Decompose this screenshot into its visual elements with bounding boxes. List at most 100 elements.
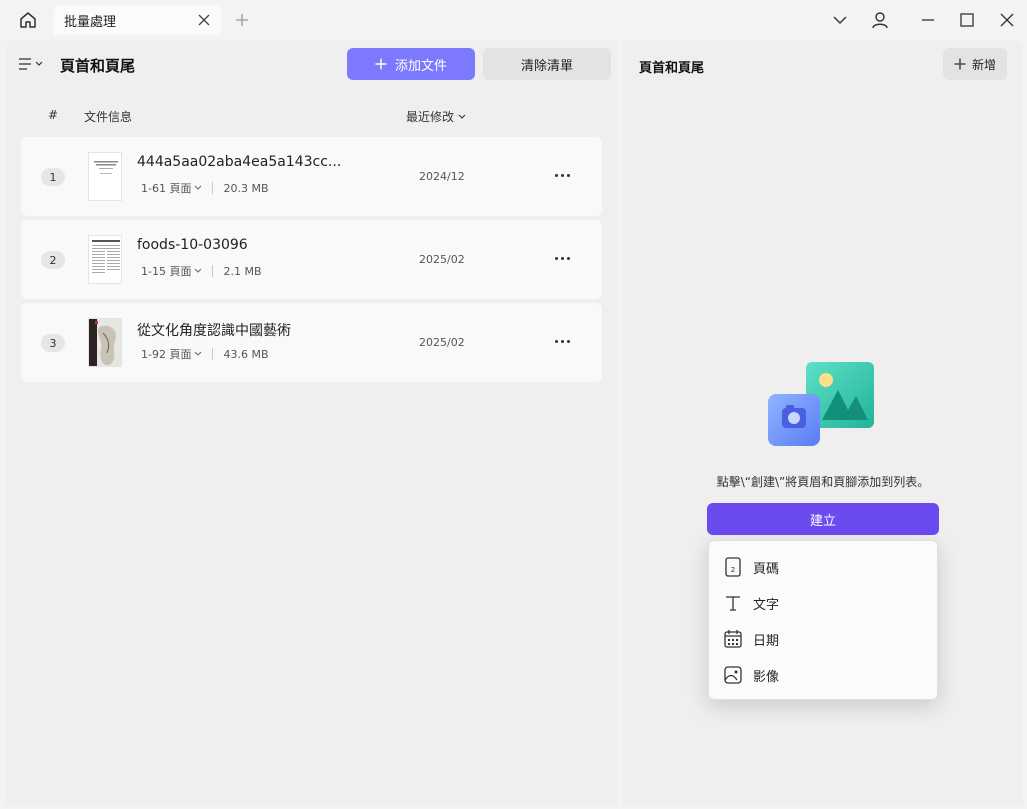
- close-window-button[interactable]: [993, 8, 1021, 32]
- maximize-button[interactable]: [953, 8, 981, 32]
- close-icon: [198, 14, 210, 26]
- chevron-down-icon: [195, 351, 202, 356]
- new-label: 新增: [971, 57, 996, 72]
- more-icon-dot: [560, 173, 564, 177]
- page-range-select[interactable]: 1-15 頁面: [141, 263, 202, 279]
- page-range-label: 1-15 頁面: [141, 265, 192, 278]
- chevron-down-icon: [195, 268, 202, 273]
- plus-icon: [236, 14, 248, 26]
- menu-item-label: 頁碼: [753, 561, 780, 577]
- file-row[interactable]: 2 foods-10-03096 1-15 頁面 2.1 MB 2025/02: [21, 220, 602, 299]
- file-size: 20.3 MB: [223, 181, 269, 195]
- image-icon: [723, 665, 743, 685]
- tab-close-button[interactable]: [195, 11, 213, 29]
- new-button[interactable]: 新增: [943, 48, 1007, 80]
- row-index: 3: [41, 334, 65, 352]
- file-meta: 1-61 頁面 20.3 MB: [141, 180, 269, 196]
- create-dropdown-menu: 2 頁碼 文字 日期 影像: [708, 540, 938, 700]
- dropdown-button[interactable]: [826, 8, 854, 32]
- account-button[interactable]: [866, 8, 894, 32]
- close-icon: [1000, 13, 1014, 27]
- plus-icon: [375, 58, 387, 70]
- text-icon: [723, 593, 743, 613]
- header-footer-panel: 頁首和頁尾 新增 點擊\“創建\”將頁眉和頁腳添加到列表。 建立 2 頁碼 文字…: [623, 40, 1023, 805]
- page-range-select[interactable]: 1-92 頁面: [141, 346, 202, 362]
- calendar-icon: [723, 629, 743, 649]
- home-icon: [20, 12, 36, 28]
- plus-icon: [954, 58, 966, 70]
- column-recent-modified-header[interactable]: 最近修改: [406, 108, 466, 125]
- more-icon-dot: [566, 173, 570, 177]
- file-date: 2025/02: [419, 253, 465, 266]
- new-tab-button[interactable]: [232, 10, 252, 30]
- menu-item-label: 影像: [753, 669, 780, 685]
- home-button[interactable]: [14, 8, 42, 32]
- file-list-panel: 頁首和頁尾 添加文件 清除清單 # 文件信息 最近修改 1 444a5aa02a…: [6, 40, 618, 805]
- file-meta: 1-15 頁面 2.1 MB: [141, 263, 262, 279]
- column-index-header: #: [48, 108, 59, 122]
- file-date: 2025/02: [419, 336, 465, 349]
- divider: [212, 182, 214, 194]
- more-icon-dot: [566, 339, 570, 343]
- file-thumbnail: [88, 152, 122, 201]
- page-range-select[interactable]: 1-61 頁面: [141, 180, 202, 196]
- more-options-button[interactable]: [547, 247, 577, 269]
- file-thumbnail: [88, 318, 122, 367]
- file-date: 2024/12: [419, 170, 465, 183]
- title-bar: 批量處理: [0, 0, 1027, 40]
- minimize-button[interactable]: [914, 8, 942, 32]
- menu-item-date[interactable]: 日期: [709, 621, 937, 657]
- menu-item-page-number[interactable]: 2 頁碼: [709, 549, 937, 585]
- add-files-button[interactable]: 添加文件: [347, 48, 475, 80]
- clear-list-button[interactable]: 清除清單: [483, 48, 611, 80]
- more-options-button[interactable]: [547, 164, 577, 186]
- add-files-label: 添加文件: [394, 58, 447, 74]
- column-file-info-header: 文件信息: [84, 110, 133, 124]
- chevron-down-icon: [458, 114, 466, 119]
- page-title: 頁首和頁尾: [60, 57, 136, 75]
- row-index: 1: [41, 168, 65, 186]
- page-range-label: 1-61 頁面: [141, 182, 192, 195]
- file-meta: 1-92 頁面 43.6 MB: [141, 346, 269, 362]
- more-icon: [554, 339, 558, 343]
- menu-icon: [19, 58, 31, 70]
- more-icon-dot: [566, 256, 570, 260]
- more-icon: [554, 173, 558, 177]
- divider: [212, 265, 214, 277]
- file-row[interactable]: 1 444a5aa02aba4ea5a143cc... 1-61 頁面 20.3…: [21, 137, 602, 216]
- maximize-icon: [960, 13, 974, 27]
- page-range-label: 1-92 頁面: [141, 348, 192, 361]
- file-name: 從文化角度認識中國藝術: [137, 323, 291, 339]
- panel-title: 頁首和頁尾: [639, 61, 705, 76]
- file-size: 43.6 MB: [223, 347, 269, 361]
- empty-state-illustration: [768, 362, 874, 446]
- more-icon-dot: [560, 339, 564, 343]
- page-number-icon: 2: [723, 557, 743, 577]
- user-icon: [872, 12, 888, 29]
- file-name: 444a5aa02aba4ea5a143cc...: [137, 154, 342, 170]
- more-icon-dot: [560, 256, 564, 260]
- chevron-down-icon: [195, 185, 202, 190]
- more-options-button[interactable]: [547, 330, 577, 352]
- empty-state-hint: 點擊\“創建\”將頁眉和頁腳添加到列表。: [716, 475, 930, 489]
- row-index: 2: [41, 251, 65, 269]
- clear-list-label: 清除清單: [520, 58, 573, 74]
- chevron-down-icon: [833, 16, 847, 24]
- svg-text:2: 2: [731, 566, 735, 574]
- menu-item-label: 文字: [753, 597, 780, 613]
- create-label: 建立: [809, 513, 836, 529]
- create-button[interactable]: 建立: [707, 503, 939, 535]
- menu-item-label: 日期: [753, 633, 780, 649]
- file-row[interactable]: 3 從文化角度認識中國藝術 1-92 頁面 43.6 MB 2025/02: [21, 303, 602, 382]
- menu-item-text[interactable]: 文字: [709, 585, 937, 621]
- tab-batch-process[interactable]: 批量處理: [54, 5, 221, 35]
- tab-title: 批量處理: [64, 14, 117, 30]
- sort-label: 最近修改: [406, 110, 455, 124]
- menu-item-image[interactable]: 影像: [709, 657, 937, 693]
- divider: [212, 348, 214, 360]
- minimize-icon: [922, 19, 934, 21]
- file-thumbnail: [88, 235, 122, 284]
- file-size: 2.1 MB: [223, 264, 262, 278]
- menu-toggle-button[interactable]: [18, 54, 48, 74]
- file-name: foods-10-03096: [137, 237, 248, 253]
